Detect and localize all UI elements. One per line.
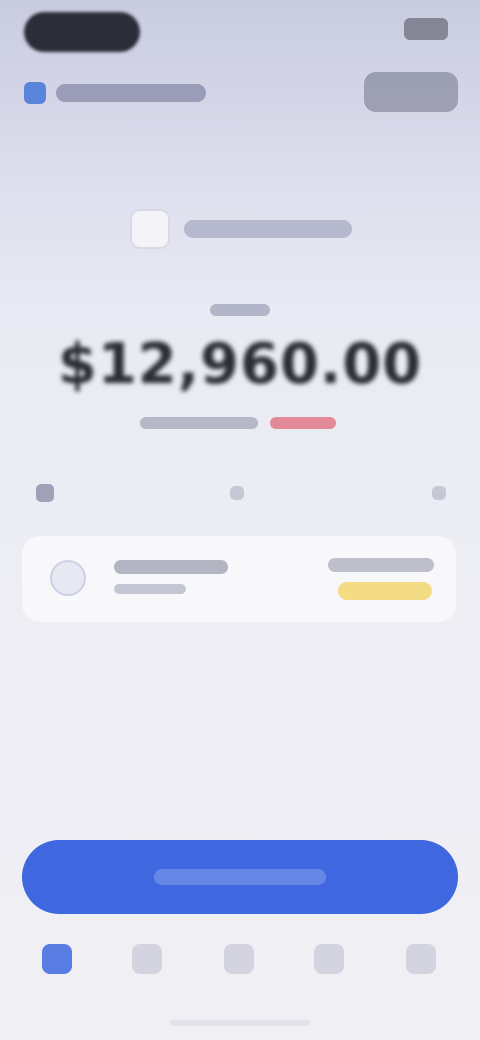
header: [0, 64, 480, 120]
primary-action-button[interactable]: [22, 840, 458, 914]
asset-avatar-icon: [50, 560, 86, 596]
status-time: 9:41: [24, 12, 140, 52]
wallet-name: [184, 220, 352, 238]
account-name: [56, 84, 206, 102]
balance-label: [210, 304, 270, 316]
nav-item-4[interactable]: [314, 944, 344, 974]
change-label: [140, 417, 258, 429]
nav-item-5[interactable]: [406, 944, 436, 974]
account-icon: [24, 82, 46, 104]
header-actions[interactable]: [364, 72, 458, 112]
nav-item-3[interactable]: [224, 944, 254, 974]
wallet-icon: [130, 209, 170, 249]
wallet-selector[interactable]: [130, 206, 352, 252]
balance-amount: $12,960.00: [57, 332, 423, 397]
home-indicator: [170, 1020, 310, 1026]
change-value: [270, 417, 336, 429]
nav-item-2[interactable]: [132, 944, 162, 974]
asset-tabs: [24, 476, 456, 512]
balance-change: [140, 412, 340, 434]
tab-icon-right[interactable]: [432, 486, 446, 500]
tab-icon-left[interactable]: [36, 484, 54, 502]
asset-card[interactable]: [22, 536, 456, 622]
asset-subtitle: [114, 584, 186, 594]
tab-icon-center[interactable]: [230, 486, 244, 500]
bottom-nav: [0, 932, 480, 1002]
status-bar: 9:41: [0, 0, 480, 60]
nav-item-home[interactable]: [42, 944, 72, 974]
asset-name: [114, 560, 228, 574]
asset-value: [328, 558, 434, 572]
asset-badge: [338, 582, 432, 600]
account-selector[interactable]: [24, 76, 206, 110]
battery-icon: [404, 18, 448, 40]
primary-action-label: [154, 869, 326, 885]
